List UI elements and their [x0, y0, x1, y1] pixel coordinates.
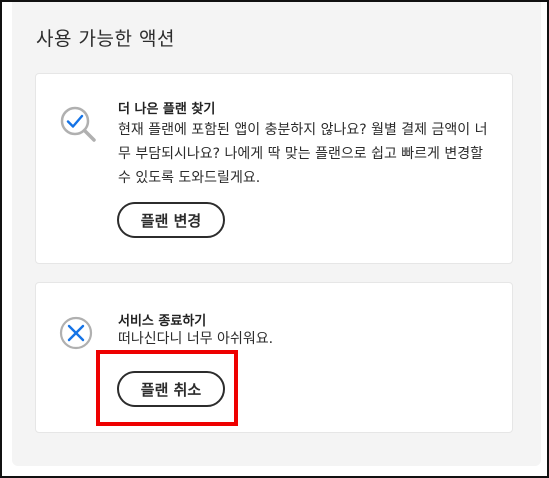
change-plan-heading: 더 나은 플랜 찾기: [118, 102, 216, 117]
cancel-service-card: 서비스 종료하기 떠나신다니 너무 아쉬워요. 플랜 취소: [35, 282, 513, 433]
change-plan-description: 현재 플랜에 포함된 앱이 충분하지 않나요? 월별 결제 금액이 너무 부담되…: [118, 122, 488, 186]
cancel-plan-button[interactable]: 플랜 취소: [117, 371, 225, 407]
cancel-service-description: 떠나신다니 너무 아쉬워요.: [118, 331, 274, 347]
change-plan-button[interactable]: 플랜 변경: [117, 202, 225, 238]
circle-x-icon: [58, 315, 98, 355]
magnifier-check-icon: [58, 104, 98, 144]
change-plan-card: 더 나은 플랜 찾기 현재 플랜에 포함된 앱이 충분하지 않나요? 월별 결제…: [35, 73, 513, 264]
panel-title: 사용 가능한 액션: [36, 28, 175, 50]
